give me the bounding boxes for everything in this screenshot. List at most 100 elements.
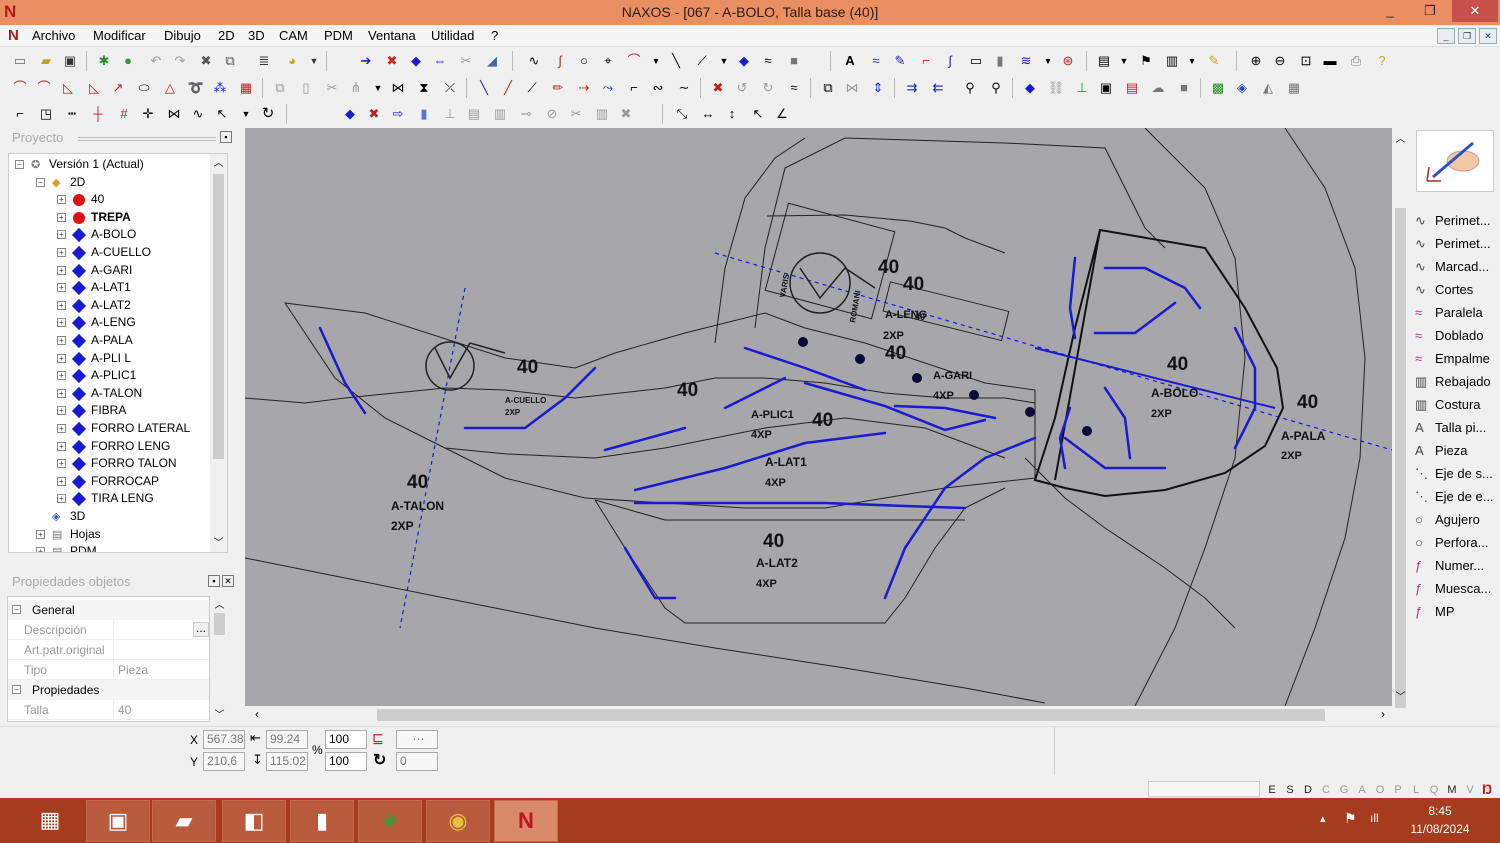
tilde-icon[interactable]: ∼ [674, 78, 694, 98]
property-row[interactable]: Art.patr.original [8, 640, 209, 660]
rounded-edge-icon[interactable]: ◳ [36, 104, 56, 124]
extend-icon[interactable]: ↗ [108, 78, 128, 98]
tree-item[interactable]: − ◆ 2D [9, 174, 209, 192]
tool-mp-button[interactable]: ƒ MP [1415, 600, 1495, 623]
export-icon[interactable]: ⇉ [902, 78, 922, 98]
new-file-icon[interactable]: ▭ [10, 51, 30, 71]
expander-icon[interactable]: + [57, 494, 66, 504]
tree-item[interactable]: + FORRO TALON [9, 455, 209, 473]
table-icon[interactable]: ▤ [464, 104, 484, 124]
expander-icon[interactable]: + [57, 424, 66, 433]
scroll-thumb[interactable] [1395, 208, 1406, 708]
delete-piece-icon[interactable]: ✖ [382, 51, 402, 71]
settings-icon[interactable]: ✱ [94, 51, 114, 71]
diagonal-icon[interactable]: ╲ [474, 78, 494, 98]
calculator-icon[interactable]: ▦ [18, 800, 82, 842]
move-icon[interactable]: ◆ [406, 51, 426, 71]
expander-icon[interactable]: + [57, 371, 66, 381]
status-flag-s[interactable]: S [1282, 782, 1298, 798]
tree-icon[interactable]: ⊥ [1072, 78, 1092, 98]
stitch-icon[interactable]: ⤳ [598, 78, 618, 98]
height-field[interactable]: 115.02 [266, 752, 308, 771]
undo-icon[interactable]: ↶ [146, 51, 166, 71]
explorer-app-icon[interactable]: ▣ [86, 800, 150, 842]
clock-date[interactable]: 11/08/2024 [1400, 822, 1480, 836]
expander-icon[interactable]: + [57, 300, 66, 310]
chevron-down-icon[interactable]: ▼ [646, 51, 666, 71]
copy-piece-icon[interactable]: ⧉ [270, 78, 290, 98]
property-value[interactable] [113, 640, 209, 659]
tool-cut-button[interactable]: ∿ Cortes [1415, 278, 1495, 301]
tree-item[interactable]: + TREPA [9, 209, 209, 227]
expander-icon[interactable]: + [36, 529, 45, 539]
scroll-down-icon[interactable]: ﹀ [211, 706, 228, 721]
tool-perimeter-button[interactable]: ∿ Perimet... [1415, 232, 1495, 255]
arc-icon[interactable]: ⌒ [624, 51, 644, 71]
leaf-app-icon[interactable]: ❦ [358, 800, 422, 842]
ruler-icon[interactable]: ▬ [1320, 51, 1340, 71]
zoom-out-icon[interactable]: ⊖ [1270, 51, 1290, 71]
tree-item[interactable]: + ▤ PDM [9, 543, 209, 552]
scale-lock-icon[interactable]: ⊑ [372, 730, 384, 747]
expander-icon[interactable]: + [57, 318, 66, 328]
slash-icon[interactable]: ╱ [498, 78, 518, 98]
tool-fold-button[interactable]: ≈ Doblado [1415, 324, 1495, 347]
tool-axis-button[interactable]: ⋱ Eje de e... [1415, 485, 1495, 508]
scroll-thumb[interactable] [213, 174, 224, 459]
cylinder-icon[interactable]: ▮ [414, 104, 434, 124]
text-icon[interactable]: A [840, 51, 860, 71]
columns-icon[interactable]: ▥ [490, 104, 510, 124]
scroll-left-icon[interactable]: ‹ [249, 707, 265, 723]
tool-size-text-button[interactable]: A Talla pi... [1415, 416, 1495, 439]
rotation-field[interactable]: 0 [396, 752, 438, 771]
palette-icon[interactable]: ◕ [282, 51, 302, 71]
plane-icon[interactable]: ◭ [1258, 78, 1278, 98]
chevron-down-icon[interactable]: ▼ [304, 51, 324, 71]
collapse-icon[interactable]: − [12, 605, 21, 614]
dash-icon[interactable]: ⇢ [574, 78, 594, 98]
cloud-icon[interactable]: ☁ [1148, 78, 1168, 98]
tree-scrollbar[interactable]: ︿ ﹀ [210, 154, 227, 552]
canvas-vscrollbar[interactable]: ︿ ﹀ [1392, 128, 1409, 708]
scissors2-icon[interactable]: ✂ [566, 104, 586, 124]
send-icon[interactable]: ⇨ [388, 104, 408, 124]
tree-item[interactable]: + A-LENG [9, 314, 209, 332]
fill-icon[interactable]: ■ [784, 51, 804, 71]
curve-icon[interactable]: ∿ [524, 51, 544, 71]
info-icon[interactable]: ● [118, 51, 138, 71]
chevron-down-icon[interactable]: ▼ [236, 104, 256, 124]
tree-item[interactable]: +40 [9, 191, 209, 209]
chevron-down-icon[interactable]: ▼ [1182, 51, 1202, 71]
refresh-icon[interactable]: ↻ [258, 104, 278, 124]
scale-x-field[interactable]: 100 [325, 730, 367, 749]
split-icon[interactable]: ✖ [708, 78, 728, 98]
expander-icon[interactable]: + [57, 248, 66, 257]
canvas-hscrollbar[interactable]: ‹ › [245, 706, 1392, 724]
property-row[interactable]: Talla 40 [8, 700, 209, 720]
zoom-window-icon[interactable]: ⊡ [1296, 51, 1316, 71]
naxos-app-icon[interactable]: N [494, 800, 558, 842]
mdi-minimize-button[interactable]: _ [1437, 28, 1455, 44]
cut-icon[interactable]: ✂ [322, 78, 342, 98]
redo-icon[interactable]: ↷ [170, 51, 190, 71]
expander-icon[interactable]: − [36, 177, 45, 187]
spline-icon[interactable]: ∫ [550, 51, 570, 71]
y-field[interactable]: 210.6 [203, 752, 245, 771]
scroll-right-icon[interactable]: › [1375, 707, 1391, 723]
perpendicular-icon[interactable]: ┼ [88, 104, 108, 124]
edge-icon[interactable]: ⌐ [10, 104, 30, 124]
scroll-thumb[interactable] [214, 613, 225, 635]
tie-icon[interactable]: ⋈ [164, 104, 184, 124]
property-value[interactable]: Pieza [113, 660, 209, 679]
open-folder-icon[interactable]: ▰ [36, 51, 56, 71]
expander-icon[interactable]: + [57, 230, 66, 240]
menu-pdm[interactable]: PDM [324, 25, 353, 47]
radius-icon[interactable]: ↖ [748, 104, 768, 124]
expander-icon[interactable]: + [57, 265, 66, 275]
print-icon[interactable]: ⎙ [1346, 51, 1366, 71]
notes-app-icon[interactable]: ◧ [222, 800, 286, 842]
collapse-icon[interactable]: − [12, 685, 21, 694]
smooth-icon[interactable]: ≈ [758, 51, 778, 71]
step-icon[interactable]: ⌐ [624, 78, 644, 98]
chevron-down-icon[interactable]: ▼ [714, 51, 734, 71]
